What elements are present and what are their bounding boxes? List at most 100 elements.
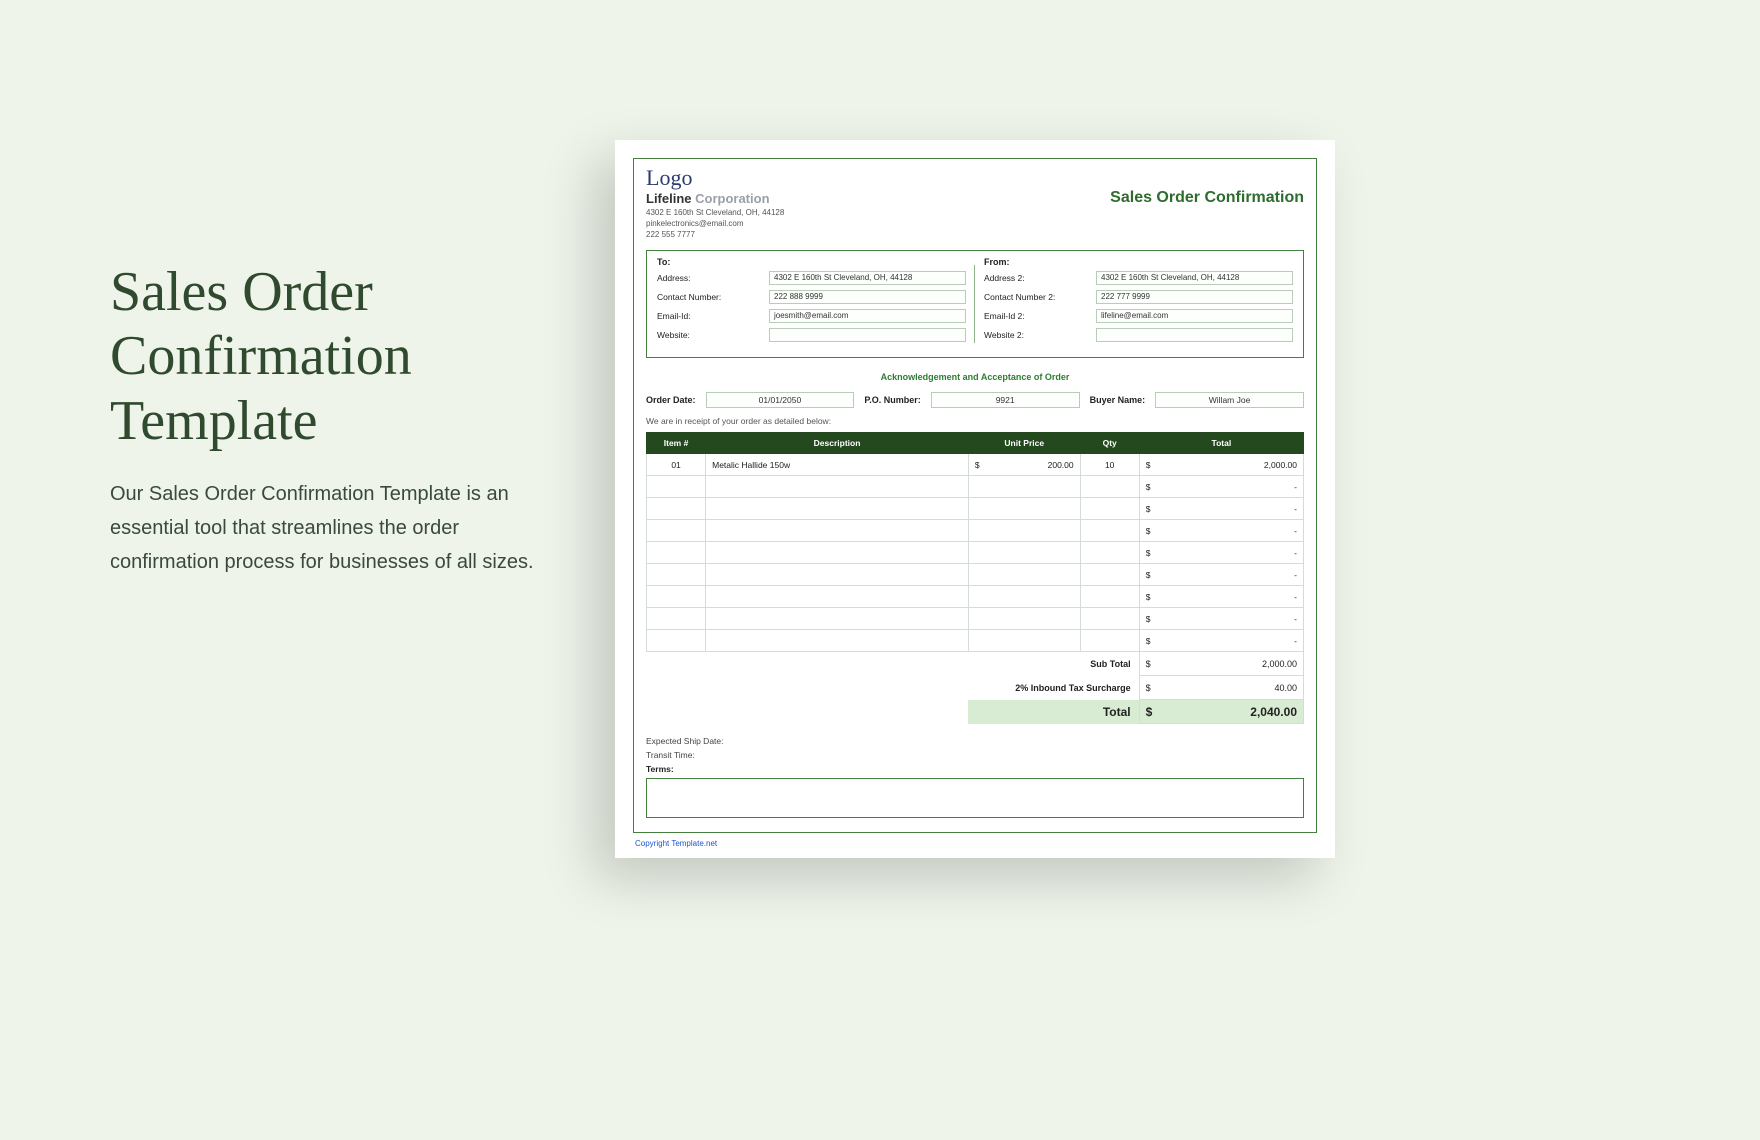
to-label: Website: <box>657 330 769 340</box>
table-row-empty: $- <box>647 630 1304 652</box>
tax-value: $40.00 <box>1139 676 1303 700</box>
to-row: Website: <box>657 328 966 342</box>
table-row-empty: $- <box>647 498 1304 520</box>
expected-ship-date-label: Expected Ship Date: <box>646 736 1304 746</box>
buyer-name-label: Buyer Name: <box>1090 395 1146 405</box>
order-date-field[interactable]: 01/01/2050 <box>706 392 855 408</box>
party-from-heading: From: <box>984 257 1293 267</box>
to-field[interactable] <box>769 328 966 342</box>
copyright-link[interactable]: Copyright Template.net <box>635 839 1317 848</box>
hero-body: Our Sales Order Confirmation Template is… <box>110 477 540 579</box>
from-row: Contact Number 2:222 777 9999 <box>984 290 1293 304</box>
cell-item <box>647 498 706 520</box>
table-row-empty: $- <box>647 608 1304 630</box>
to-field[interactable]: 222 888 9999 <box>769 290 966 304</box>
acknowledgement-heading: Acknowledgement and Acceptance of Order <box>646 372 1304 382</box>
document-preview: Logo Lifeline Corporation 4302 E 160th S… <box>615 140 1335 858</box>
document-border: Logo Lifeline Corporation 4302 E 160th S… <box>633 158 1317 833</box>
terms-label: Terms: <box>646 764 1304 774</box>
cell-qty <box>1080 542 1139 564</box>
from-label: Website 2: <box>984 330 1096 340</box>
to-row: Address:4302 E 160th St Cleveland, OH, 4… <box>657 271 966 285</box>
terms-box[interactable] <box>646 778 1304 818</box>
cell-item <box>647 520 706 542</box>
from-field[interactable] <box>1096 328 1293 342</box>
party-to-heading: To: <box>657 257 966 267</box>
to-row: Contact Number:222 888 9999 <box>657 290 966 304</box>
brand-email: pinkelectronics@email.com <box>646 219 784 230</box>
document-header: Logo Lifeline Corporation 4302 E 160th S… <box>646 167 1304 240</box>
cell-desc <box>706 542 969 564</box>
buyer-name-field[interactable]: Willam Joe <box>1155 392 1304 408</box>
money-cell: $- <box>1139 608 1303 630</box>
po-number-label: P.O. Number: <box>864 395 920 405</box>
table-row-empty: $- <box>647 586 1304 608</box>
cell-desc <box>706 520 969 542</box>
subtotal-label: Sub Total <box>968 652 1139 676</box>
table-row-empty: $- <box>647 542 1304 564</box>
footer-lines: Expected Ship Date: Transit Time: Terms: <box>646 736 1304 818</box>
totals-table: Sub Total $2,000.00 2% Inbound Tax Surch… <box>646 651 1304 724</box>
from-field[interactable]: lifeline@email.com <box>1096 309 1293 323</box>
money-cell: $- <box>1139 630 1303 652</box>
cell-qty <box>1080 498 1139 520</box>
cell-desc <box>706 564 969 586</box>
document-title: Sales Order Confirmation <box>1110 189 1304 207</box>
brand-name-b: Corporation <box>692 191 770 206</box>
table-row-empty: $- <box>647 564 1304 586</box>
to-field[interactable]: joesmith@email.com <box>769 309 966 323</box>
cell-qty <box>1080 630 1139 652</box>
order-date-label: Order Date: <box>646 395 696 405</box>
to-field[interactable]: 4302 E 160th St Cleveland, OH, 44128 <box>769 271 966 285</box>
col-qty: Qty <box>1080 433 1139 454</box>
cell-desc <box>706 586 969 608</box>
col-total: Total <box>1139 433 1303 454</box>
to-row: Email-Id:joesmith@email.com <box>657 309 966 323</box>
money-cell: $- <box>1139 542 1303 564</box>
cell-unit <box>968 476 1080 498</box>
party-to: To: Address:4302 E 160th St Cleveland, O… <box>657 257 966 347</box>
cell-item <box>647 542 706 564</box>
meta-row: Order Date: 01/01/2050 P.O. Number: 9921… <box>646 392 1304 408</box>
col-unit: Unit Price <box>968 433 1080 454</box>
receipt-note: We are in receipt of your order as detai… <box>646 416 1304 426</box>
col-item: Item # <box>647 433 706 454</box>
transit-time-label: Transit Time: <box>646 750 1304 760</box>
money-cell: $2,000.00 <box>1139 454 1303 476</box>
cell-desc <box>706 608 969 630</box>
from-label: Contact Number 2: <box>984 292 1096 302</box>
table-row: 01Metalic Hallide 150w$200.0010$2,000.00 <box>647 454 1304 476</box>
from-row: Website 2: <box>984 328 1293 342</box>
brand-address: 4302 E 160th St Cleveland, OH, 44128 <box>646 208 784 219</box>
grand-total-label: Total <box>968 700 1139 724</box>
brand-logo: Logo <box>646 167 784 189</box>
grand-total-value: $2,040.00 <box>1139 700 1303 724</box>
tax-label: 2% Inbound Tax Surcharge <box>968 676 1139 700</box>
hero-title: Sales Order Confirmation Template <box>110 260 540 453</box>
brand-phone: 222 555 7777 <box>646 230 784 241</box>
cell-qty <box>1080 520 1139 542</box>
brand-contact: 4302 E 160th St Cleveland, OH, 44128 pin… <box>646 208 784 240</box>
from-label: Email-Id 2: <box>984 311 1096 321</box>
from-field[interactable]: 4302 E 160th St Cleveland, OH, 44128 <box>1096 271 1293 285</box>
from-label: Address 2: <box>984 273 1096 283</box>
cell-item <box>647 564 706 586</box>
table-row-empty: $- <box>647 476 1304 498</box>
col-desc: Description <box>706 433 969 454</box>
cell-unit <box>968 498 1080 520</box>
cell-unit <box>968 564 1080 586</box>
party-box: To: Address:4302 E 160th St Cleveland, O… <box>646 250 1304 358</box>
money-cell: $- <box>1139 498 1303 520</box>
po-number-field[interactable]: 9921 <box>931 392 1080 408</box>
cell-item: 01 <box>647 454 706 476</box>
cell-qty <box>1080 608 1139 630</box>
from-field[interactable]: 222 777 9999 <box>1096 290 1293 304</box>
hero-block: Sales Order Confirmation Template Our Sa… <box>110 260 540 579</box>
cell-item <box>647 476 706 498</box>
party-from: From: Address 2:4302 E 160th St Clevelan… <box>984 257 1293 347</box>
brand-block: Logo Lifeline Corporation 4302 E 160th S… <box>646 167 784 240</box>
cell-unit <box>968 630 1080 652</box>
money-cell: $- <box>1139 520 1303 542</box>
cell-unit <box>968 608 1080 630</box>
cell-qty <box>1080 586 1139 608</box>
